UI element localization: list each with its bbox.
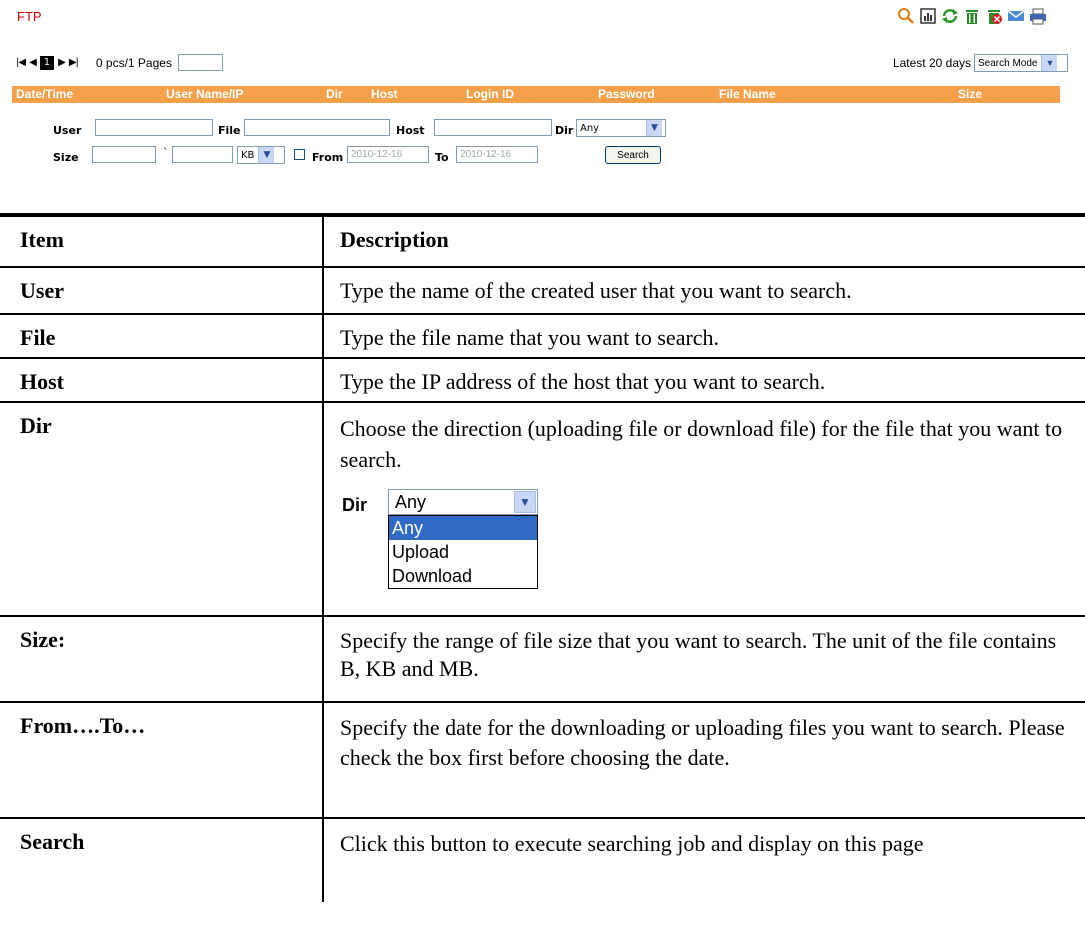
col-host[interactable]: Host <box>371 87 398 101</box>
file-label: File <box>218 124 241 137</box>
row-item: Dir <box>0 402 324 616</box>
current-page[interactable]: 1 <box>39 55 55 70</box>
row-description: Type the name of the created user that y… <box>340 278 852 303</box>
row-description-dir: Choose the direction (uploading file or … <box>323 402 1085 616</box>
chevron-down-icon: ▼ <box>646 120 662 136</box>
dir-option-any: Any <box>389 516 537 540</box>
description-table: Item Description User Type the name of t… <box>0 217 1085 902</box>
dir-dropdown-illustration: Dir Any ▼ Any Upload Download <box>340 483 1073 593</box>
log-table-header: Date/Time User Name/IP Dir Host Login ID… <box>12 86 1060 103</box>
latest-days-label: Latest 20 days <box>892 56 971 70</box>
page-title: FTP <box>17 9 42 24</box>
col-file-name[interactable]: File Name <box>719 87 776 101</box>
col-datetime[interactable]: Date/Time <box>16 87 73 101</box>
table-row: Host Type the IP address of the host tha… <box>0 358 1085 402</box>
size-unit-select[interactable]: KB ▼ <box>237 146 285 164</box>
col-password[interactable]: Password <box>598 87 655 101</box>
pagination: |◀ ◀ 1 ▶ ▶| 0 pcs/1 Pages <box>16 54 223 71</box>
ftp-panel: FTP |◀ ◀ 1 ▶ ▶| 0 pcs/1 Pages Latest 20 … <box>0 0 1085 180</box>
col-dir[interactable]: Dir <box>326 87 343 101</box>
size-separator: ` <box>163 146 169 159</box>
dir-select-value: Any <box>580 122 600 134</box>
clear-icon[interactable] <box>985 7 1003 25</box>
user-input[interactable] <box>95 119 213 136</box>
table-row: Search Click this button to execute sear… <box>0 818 1085 902</box>
row-item: Size: <box>0 616 324 702</box>
date-range-filter: Latest 20 days Search Mode ▼ <box>893 54 1068 72</box>
table-header-row: Item Description <box>0 217 1085 267</box>
col-user-name-ip[interactable]: User Name/IP <box>166 87 243 101</box>
table-row: Size: Specify the range of file size tha… <box>0 616 1085 702</box>
table-row: From….To… Specify the date for the downl… <box>0 702 1085 818</box>
toolbar <box>897 7 1047 25</box>
row-item: Search <box>0 818 324 902</box>
table-row: Dir Choose the direction (uploading file… <box>0 402 1085 616</box>
search-mode-select[interactable]: Search Mode ▼ <box>974 54 1068 72</box>
to-label: To <box>435 151 449 164</box>
dir-demo-select: Any ▼ <box>388 489 538 515</box>
file-input[interactable] <box>244 119 390 136</box>
row-description: Click this button to execute searching j… <box>340 831 924 856</box>
header-item: Item <box>0 217 324 267</box>
row-item: Host <box>0 358 324 402</box>
delete-icon[interactable] <box>963 7 981 25</box>
row-description: Type the IP address of the host that you… <box>340 369 826 394</box>
dir-label: Dir <box>555 124 574 137</box>
last-page-button[interactable]: ▶| <box>69 57 79 68</box>
next-page-button[interactable]: ▶ <box>58 57 66 68</box>
dir-option-upload: Upload <box>392 542 450 562</box>
col-login-id[interactable]: Login ID <box>466 87 514 101</box>
host-input[interactable] <box>434 119 552 136</box>
search-icon[interactable] <box>897 7 915 25</box>
table-row: User Type the name of the created user t… <box>0 267 1085 314</box>
mail-icon[interactable] <box>1007 7 1025 25</box>
from-label: From <box>312 151 344 164</box>
dir-select[interactable]: Any ▼ <box>576 119 666 137</box>
page-info: 0 pcs/1 Pages <box>95 55 172 70</box>
search-button[interactable]: Search <box>605 146 661 164</box>
size-min-input[interactable] <box>92 146 156 163</box>
col-size[interactable]: Size <box>958 87 982 101</box>
search-mode-value: Search Mode <box>978 57 1038 69</box>
page-number-input[interactable] <box>177 54 223 71</box>
size-unit-value: KB <box>241 149 255 161</box>
row-item: File <box>0 314 324 358</box>
size-max-input[interactable] <box>172 146 233 163</box>
user-label: User <box>53 124 82 137</box>
row-description: Specify the range of file size that you … <box>340 628 1057 681</box>
row-item: From….To… <box>0 702 324 818</box>
size-label: Size <box>53 151 79 164</box>
first-page-button[interactable]: |◀ <box>16 57 26 68</box>
host-label: Host <box>396 124 425 137</box>
table-row: File Type the file name that you want to… <box>0 314 1085 358</box>
from-date-input[interactable]: 2010-12-16 <box>347 146 429 163</box>
refresh-icon[interactable] <box>941 7 959 25</box>
row-item: User <box>0 267 324 314</box>
dir-demo-options: Any Upload Download <box>388 515 538 589</box>
chevron-down-icon: ▼ <box>258 147 275 163</box>
dir-option-download: Download <box>392 566 473 586</box>
row-description: Type the file name that you want to sear… <box>340 325 720 350</box>
to-date-input[interactable]: 2010-12-16 <box>456 146 538 163</box>
date-range-checkbox[interactable] <box>294 149 305 160</box>
dir-demo-label: Dir <box>342 495 368 515</box>
chevron-down-icon: ▼ <box>1041 55 1058 71</box>
row-description: Specify the date for the downloading or … <box>340 715 1065 770</box>
header-description: Description <box>340 227 449 252</box>
export-icon[interactable] <box>919 7 937 25</box>
print-icon[interactable] <box>1029 7 1047 25</box>
row-description: Choose the direction (uploading file or … <box>340 416 1063 472</box>
dir-demo-value: Any <box>395 492 427 512</box>
prev-page-button[interactable]: ◀ <box>29 57 37 68</box>
chevron-down-icon: ▼ <box>514 491 536 513</box>
